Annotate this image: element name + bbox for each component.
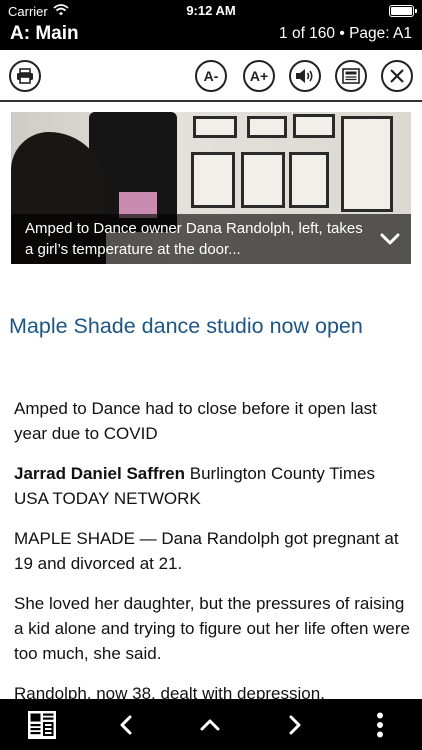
close-button[interactable] xyxy=(381,60,413,92)
clock: 9:12 AM xyxy=(186,3,236,18)
decrease-text-icon: A- xyxy=(203,68,219,84)
article-paragraph: MAPLE SHADE — Dana Randolph got pregnant… xyxy=(14,529,399,573)
print-button[interactable] xyxy=(9,60,41,92)
more-options-button[interactable] xyxy=(355,699,405,750)
more-vertical-icon xyxy=(377,712,383,737)
text-view-button[interactable] xyxy=(335,60,367,92)
next-arrow-icon xyxy=(289,715,301,734)
article-toolbar: A- A+ xyxy=(0,50,422,102)
speaker-icon xyxy=(296,69,313,83)
decrease-text-button[interactable]: A- xyxy=(195,60,227,92)
photo-caption[interactable]: Amped to Dance owner Dana Randolph, left… xyxy=(11,214,411,264)
wall-frame xyxy=(241,152,285,208)
wall-frame xyxy=(247,116,287,138)
increase-text-button[interactable]: A+ xyxy=(243,60,275,92)
page-up-button[interactable] xyxy=(185,699,235,750)
status-bar: Carrier 9:12 AM xyxy=(0,0,422,22)
previous-page-button[interactable] xyxy=(101,699,151,750)
article-headline: Maple Shade dance studio now open xyxy=(9,314,363,338)
article-photo[interactable]: Amped to Dance owner Dana Randolph, left… xyxy=(11,112,411,264)
article-subhead: Amped to Dance had to close before it op… xyxy=(14,399,377,443)
wall-frame xyxy=(191,152,235,208)
up-arrow-icon xyxy=(200,719,220,730)
wall-frame xyxy=(293,114,335,138)
read-aloud-button[interactable] xyxy=(289,60,321,92)
newspaper-icon xyxy=(342,68,360,84)
photo-caption-text: Amped to Dance owner Dana Randolph, left… xyxy=(25,220,363,258)
battery-icon xyxy=(389,5,417,17)
previous-arrow-icon xyxy=(120,715,132,734)
page-thumbnails-icon xyxy=(28,710,56,739)
increase-text-icon: A+ xyxy=(249,68,269,84)
article-byline: Jarrad Daniel Saffren Burlington County … xyxy=(14,461,410,511)
next-page-button[interactable] xyxy=(270,699,320,750)
page-indicator: 1 of 160 • Page: A1 xyxy=(279,25,412,42)
section-title[interactable]: A: Main xyxy=(10,23,79,45)
top-bar: Carrier 9:12 AM A: Main 1 of 160 • Page:… xyxy=(0,0,422,50)
wall-frame xyxy=(289,152,329,208)
chevron-down-icon[interactable] xyxy=(379,228,401,250)
article-paragraph: She loved her daughter, but the pressure… xyxy=(14,594,410,663)
wall-frame xyxy=(193,116,237,138)
wall-frame xyxy=(341,116,393,212)
page-thumbnails-button[interactable] xyxy=(17,699,67,750)
bottom-nav-bar xyxy=(0,699,422,750)
article-body: Amped to Dance had to close before it op… xyxy=(14,396,410,721)
byline-author: Jarrad Daniel Saffren xyxy=(14,464,186,483)
close-icon xyxy=(390,69,404,83)
printer-icon xyxy=(17,68,33,84)
